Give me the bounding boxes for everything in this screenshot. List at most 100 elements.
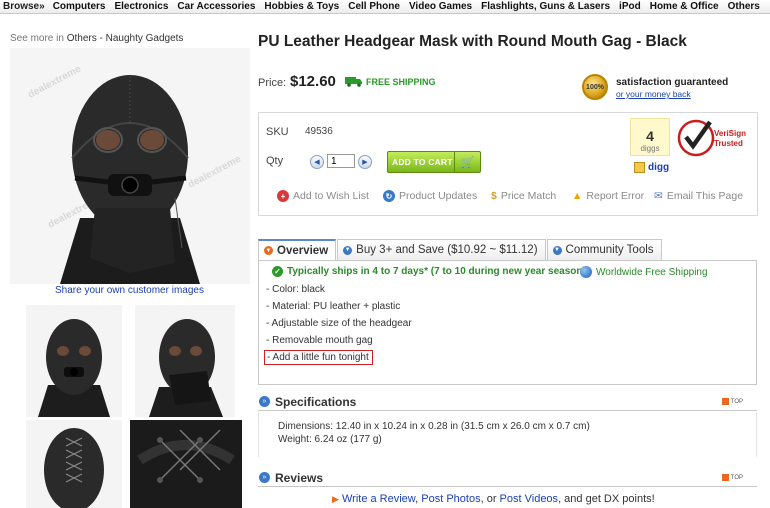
chevron-down-icon: ▼ [343,245,353,255]
review-actions: ▶ Write a Review, Post Photos, or Post V… [332,493,655,505]
feature-bullet: - Removable mouth gag [266,335,373,346]
nav-item-electronics[interactable]: Electronics [114,1,168,12]
back-to-top-link[interactable]: TOP [721,474,743,481]
thumbnail-side[interactable] [135,305,235,417]
add-to-cart-label: ADD TO CART [392,157,453,167]
digg-icon [634,162,645,173]
double-chevron-icon: » [259,396,270,407]
nav-item-computers[interactable]: Computers [53,1,106,12]
nav-item-flashlights[interactable]: Flashlights, Guns & Lasers [481,1,610,12]
qty-decrease-button[interactable]: ◀ [310,155,324,169]
nav-item-video-games[interactable]: Video Games [409,1,472,12]
verisign-logo: VeriSign Trusted [677,119,746,157]
separator: , or [480,493,500,505]
money-back-link[interactable]: or your money back [616,89,691,99]
price-label: Price: [258,77,287,89]
up-arrow-icon [721,398,729,405]
post-videos-link[interactable]: Post Videos [500,493,559,505]
dollar-icon: $ [491,190,497,202]
truck-icon [345,77,362,87]
ships-in-text: Typically ships in 4 to 7 days* (7 to 10… [287,266,586,277]
review-suffix: , and get DX points! [558,493,655,505]
heart-plus-icon: + [277,190,289,202]
digg-link-label: digg [648,162,670,173]
post-photos-link[interactable]: Post Photos [421,493,480,505]
qty-input[interactable] [327,154,355,168]
satisfaction-guaranteed: satisfaction guaranteed [616,77,729,88]
thumbnail-front[interactable] [26,305,122,417]
qty-label: Qty [266,155,284,167]
price-value: $12.60 [290,73,336,90]
envelope-icon: ✉ [654,190,663,202]
up-arrow-icon [721,474,729,481]
reviews-header: » Reviews TOP [258,469,757,487]
sku-value: 49536 [305,126,333,137]
globe-icon [580,266,592,278]
sku-label: SKU [266,126,289,138]
add-to-wishlist-link[interactable]: + Add to Wish List [277,190,369,202]
email-page-link[interactable]: ✉ Email This Page [654,190,743,202]
tab-community-tools[interactable]: ▼ Community Tools [546,239,662,260]
product-updates-link[interactable]: ↻ Product Updates [383,190,477,202]
action-label: Email This Page [666,190,744,202]
feature-bullet: - Material: PU leather + plastic [266,301,401,312]
thumb-image [26,305,122,417]
chevron-down-icon: ▼ [264,246,273,255]
warning-icon: ▲ [572,190,583,202]
tab-buy-3-save[interactable]: ▼ Buy 3+ and Save ($10.92 ~ $11.12) [337,239,546,260]
spec-weight: Weight: 6.24 oz (177 g) [278,434,382,445]
nav-item-hobbies-toys[interactable]: Hobbies & Toys [264,1,339,12]
thumbnail-back[interactable] [26,420,122,508]
feature-bullet-highlighted: - Add a little fun tonight [264,350,373,365]
top-label: TOP [730,474,743,481]
qty-increase-button[interactable]: ▶ [358,155,372,169]
top-nav: Browse» Computers Electronics Car Access… [0,0,770,14]
arrow-right-icon: ▶ [332,494,339,504]
thumbnail-laces[interactable] [130,420,242,508]
free-shipping-text: FREE SHIPPING [366,76,436,87]
action-label: Add to Wish List [293,190,369,202]
specifications-title: Specifications [275,394,357,409]
mask-photo: dealextreme dealextreme dealextreme [10,48,250,284]
nav-item-car-accessories[interactable]: Car Accessories [177,1,255,12]
spec-dimensions: Dimensions: 12.40 in x 10.24 in x 0.28 i… [278,421,590,432]
feature-bullet: - Adjustable size of the headgear [266,318,412,329]
main-product-image[interactable]: dealextreme dealextreme dealextreme [10,48,250,284]
specifications-header: » Specifications TOP [258,393,757,411]
nav-item-others[interactable]: Others [728,1,760,12]
reviews-title: Reviews [275,470,324,485]
ships-in-notice: ✓ Typically ships in 4 to 7 days* (7 to … [272,266,586,277]
add-to-cart-button[interactable]: ADD TO CART 🛒 [387,151,481,173]
top-label: TOP [730,398,743,405]
feature-bullet: - Color: black [266,284,325,295]
action-label: Product Updates [399,190,478,202]
tab-overview[interactable]: ▼ Overview [258,239,337,260]
verisign-badge[interactable]: VeriSign Trusted [676,118,754,158]
refresh-icon: ↻ [383,190,395,202]
verisign-trusted-text: Trusted [714,139,743,148]
nav-item-home-office[interactable]: Home & Office [650,1,719,12]
breadcrumb-category-link[interactable]: Others - Naughty Gadgets [67,33,184,44]
nav-item-cell-phone[interactable]: Cell Phone [348,1,400,12]
price-match-link[interactable]: $ Price Match [491,190,556,202]
cart-icon: 🛒 [454,152,480,172]
worldwide-shipping: Worldwide Free Shipping [580,266,708,278]
back-to-top-link[interactable]: TOP [721,398,743,405]
right-arrow-icon: ▶ [362,159,368,166]
nav-item-ipod[interactable]: iPod [619,1,641,12]
share-images-link[interactable]: Share your own customer images [55,285,204,296]
breadcrumb-prefix: See more in [10,33,64,44]
diggs-count: 4 [646,128,654,144]
thumb-image [26,420,122,508]
digg-link[interactable]: digg [634,162,669,173]
tab-label: Community Tools [565,244,654,256]
left-arrow-icon: ◀ [314,159,320,166]
write-review-link[interactable]: Write a Review [342,493,415,505]
report-error-link[interactable]: ▲ Report Error [572,190,644,202]
browse-label: Browse» [3,1,45,12]
action-label: Price Match [500,190,557,202]
action-label: Report Error [586,190,645,202]
diggs-label: diggs [640,144,660,153]
tab-label: Overview [277,244,329,257]
free-shipping-badge: FREE SHIPPING [345,76,436,87]
